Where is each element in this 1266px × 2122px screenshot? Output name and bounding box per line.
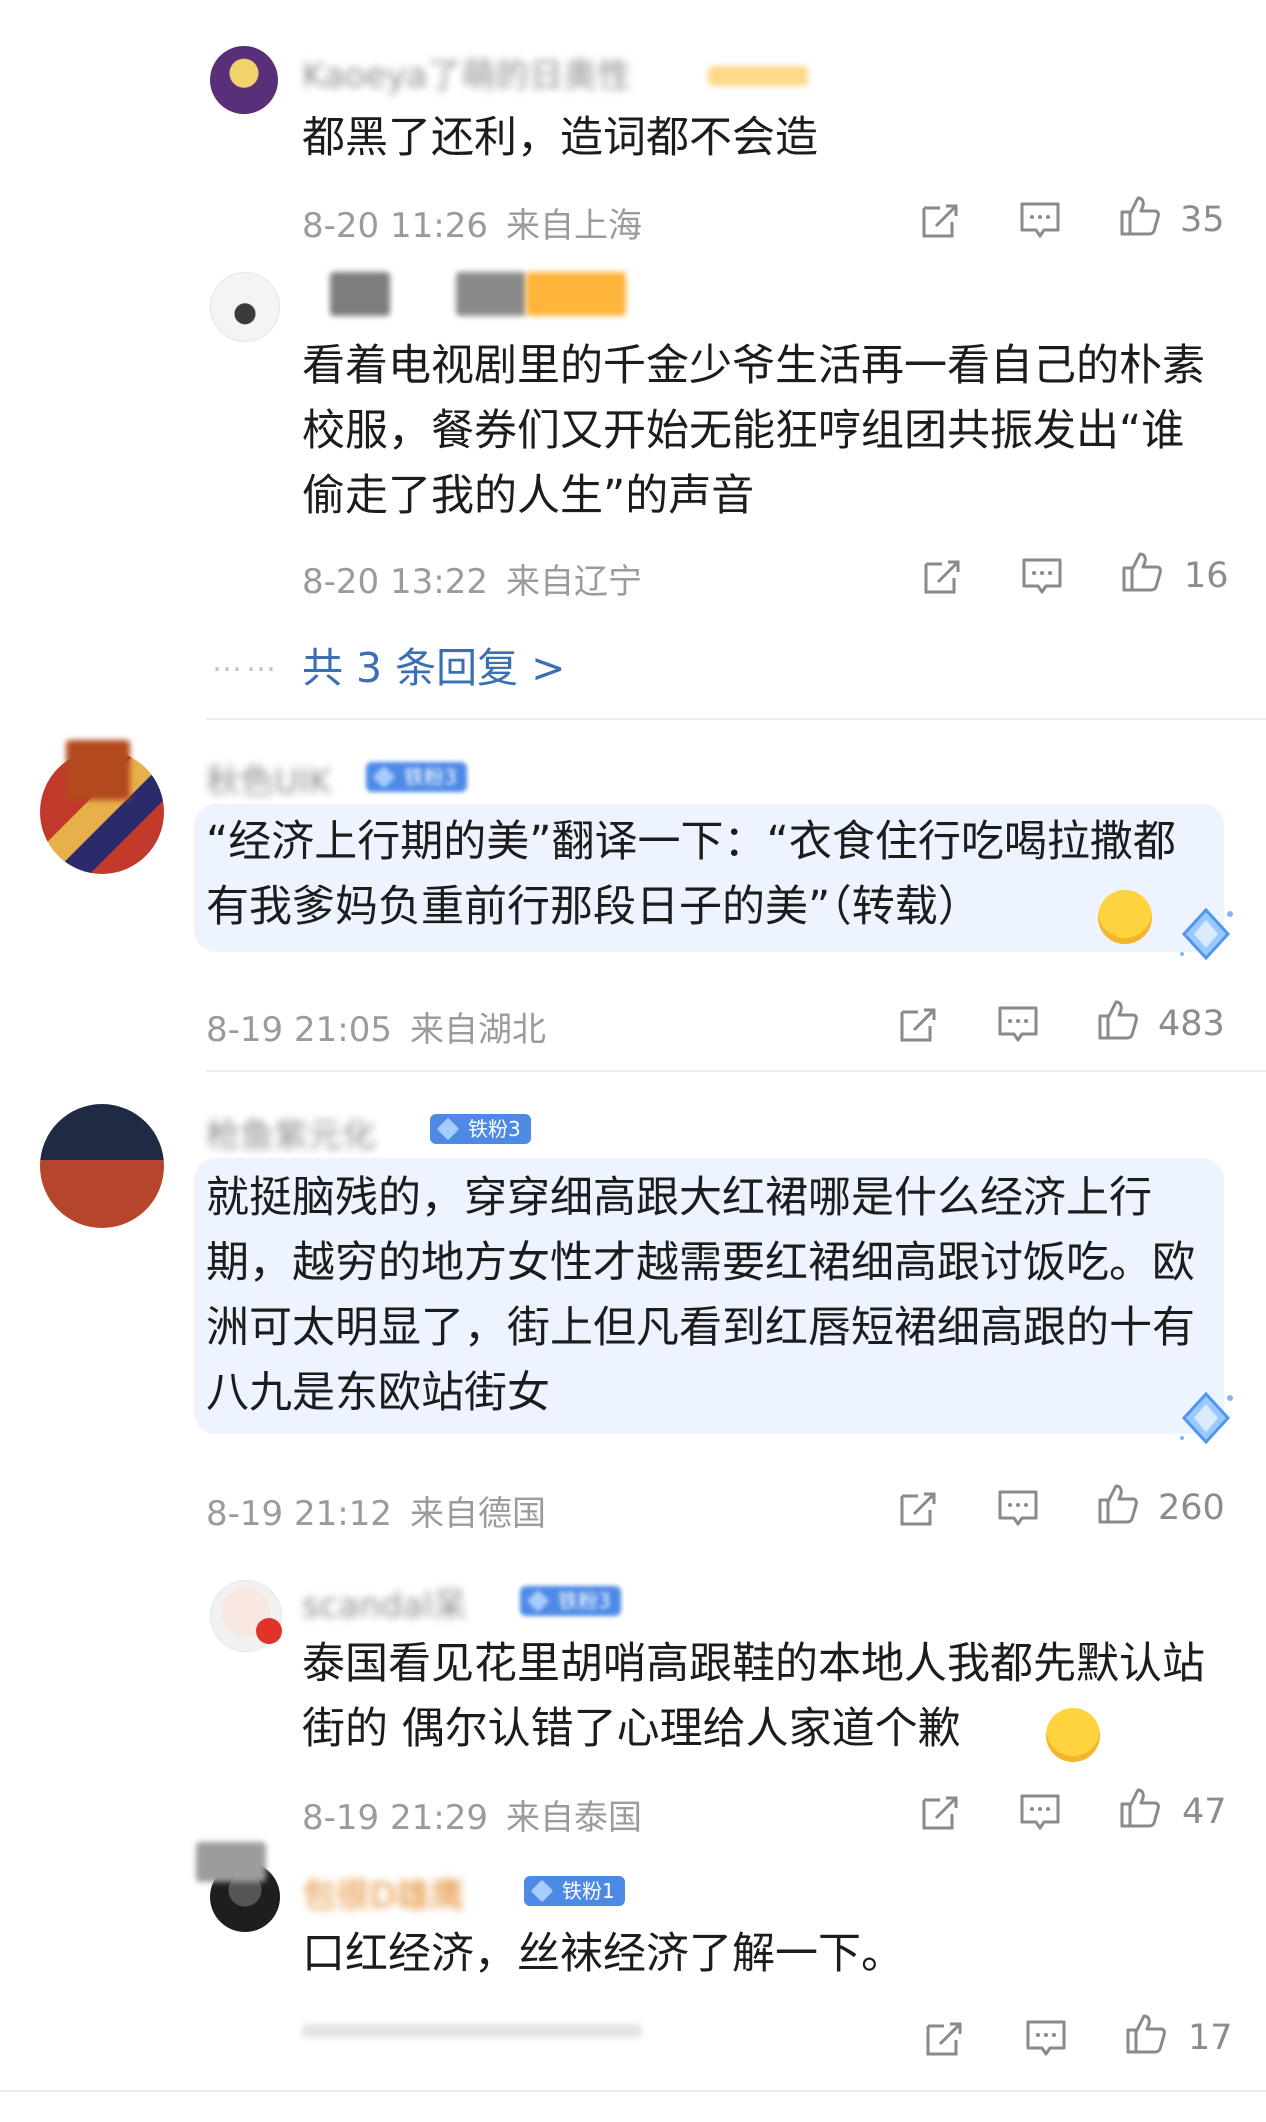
comment-icon[interactable]	[1018, 198, 1062, 242]
divider	[206, 718, 1266, 720]
view-more-replies-link[interactable]: 共 3 条回复 >	[302, 634, 566, 694]
share-icon[interactable]	[896, 1002, 940, 1046]
comment-meta: 8-19 21:05 来自湖北	[206, 1002, 564, 1051]
comment-meta: 8-20 13:22 来自辽宁	[302, 554, 660, 603]
comment-icon[interactable]	[1024, 2016, 1068, 2060]
thumb-up-icon[interactable]	[1118, 194, 1162, 238]
share-icon[interactable]	[920, 554, 964, 598]
avatar-redaction	[66, 740, 130, 800]
fan-badge: 铁粉3	[366, 762, 467, 792]
comment-location: 来自辽宁	[505, 562, 642, 602]
share-icon[interactable]	[922, 2016, 966, 2060]
share-icon[interactable]	[918, 198, 962, 242]
comment-location: 来自湖北	[409, 1010, 546, 1050]
like-count: 260	[1158, 1488, 1225, 1528]
avatar-redaction	[196, 1842, 266, 1882]
username[interactable]	[456, 272, 526, 316]
comment-location: 来自德国	[409, 1494, 546, 1534]
like-count: 483	[1158, 1004, 1225, 1044]
reply-thread-dots: ……	[212, 644, 280, 679]
diamond-icon	[1176, 904, 1236, 964]
avatar[interactable]	[210, 272, 280, 342]
thumb-up-icon[interactable]	[1120, 550, 1164, 594]
share-icon[interactable]	[918, 1790, 962, 1834]
diamond-icon	[1176, 1388, 1236, 1448]
like-count: 35	[1180, 200, 1225, 240]
username[interactable]: 包很D雄鹰	[302, 1868, 464, 1917]
badge	[526, 272, 626, 316]
comment-icon[interactable]	[996, 1486, 1040, 1530]
thumb-up-icon[interactable]	[1118, 1786, 1162, 1830]
comment-icon[interactable]	[1018, 1790, 1062, 1834]
comment-text: 口红经济，丝袜经济了解一下。	[302, 1929, 904, 1979]
fan-badge: 铁粉1	[524, 1876, 625, 1906]
thumb-up-icon[interactable]	[1124, 2012, 1168, 2056]
comment-location: 来自泰国	[505, 1798, 642, 1838]
username[interactable]: Kaoeya了萌的日奥性	[302, 48, 631, 97]
fan-badge: 铁粉3	[520, 1586, 621, 1616]
badge	[708, 66, 808, 86]
comment-icon[interactable]	[1020, 554, 1064, 598]
meta-redaction	[302, 2024, 642, 2038]
comment-date: 8-20 13:22	[302, 562, 488, 602]
username[interactable]: 秋色UIK	[206, 754, 331, 803]
like-count: 17	[1188, 2018, 1233, 2058]
comment-date: 8-19 21:05	[206, 1010, 392, 1050]
comment-text: “经济上行期的美”翻译一下：“衣食住行吃喝拉撒都有我爹妈负重前行那段日子的美”（…	[206, 817, 1176, 932]
comment-meta: 8-20 11:26 来自上海	[302, 198, 660, 247]
thumb-up-icon[interactable]	[1096, 998, 1140, 1042]
like-count: 16	[1184, 556, 1229, 596]
comment-text: 看着电视剧里的千金少爷生活再一看自己的朴素校服，餐券们又开始无能狂哼组团共振发出…	[302, 341, 1205, 521]
comment-text: 都黑了还利，造词都不会造	[302, 113, 818, 163]
comment-location: 来自上海	[505, 206, 642, 246]
live-badge-icon	[256, 1618, 282, 1644]
username[interactable]: 枪鱼紫元化	[206, 1108, 376, 1157]
emoji	[1098, 890, 1152, 944]
avatar[interactable]	[40, 1104, 164, 1228]
divider	[206, 1070, 1266, 1072]
comment-meta: 8-19 21:29 来自泰国	[302, 1790, 660, 1839]
username[interactable]: scandal呆	[302, 1578, 467, 1627]
comment-meta: 8-19 21:12 来自德国	[206, 1486, 564, 1535]
thumb-up-icon[interactable]	[1096, 1482, 1140, 1526]
comment-date: 8-19 21:29	[302, 1798, 488, 1838]
comment-icon[interactable]	[996, 1002, 1040, 1046]
divider	[0, 2090, 1266, 2092]
share-icon[interactable]	[896, 1486, 940, 1530]
comment-date: 8-20 11:26	[302, 206, 488, 246]
avatar[interactable]	[210, 46, 278, 114]
comment-date: 8-19 21:12	[206, 1494, 392, 1534]
comment-text: 就挺脑残的，穿穿细高跟大红裙哪是什么经济上行期，越穷的地方女性才越需要红裙细高跟…	[206, 1173, 1195, 1418]
username[interactable]	[330, 272, 390, 316]
like-count: 47	[1182, 1792, 1227, 1832]
emoji	[1046, 1708, 1100, 1762]
fan-badge: 铁粉3	[430, 1114, 531, 1144]
